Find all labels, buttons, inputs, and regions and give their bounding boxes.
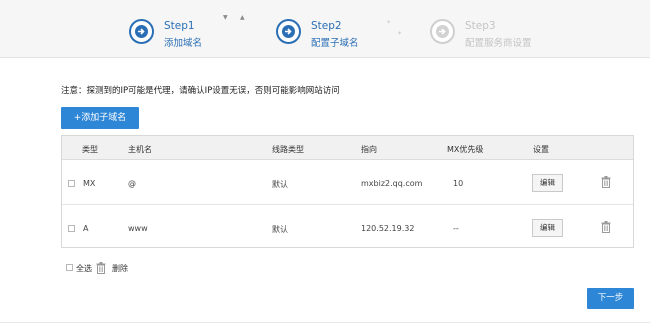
table-header: 类型 主机名 线路类型 指向 MX优先级 设置 [62,136,633,160]
table-row: A www 默认 120.52.19.32 -- 编辑 [62,206,633,250]
step-2-number: Step2 [311,20,342,32]
header-settings: 设置 [533,145,549,154]
cell-target: 120.52.19.32 [361,224,415,233]
cell-line: 默认 [272,225,288,234]
step-3-number: Step3 [465,20,496,32]
header-target: 指向 [361,145,377,154]
table-row: MX @ 默认 mxbiz2.qq.com 10 编辑 [62,161,633,205]
row-checkbox[interactable] [68,225,75,232]
caret-up-icon: ▲ [240,14,245,21]
edit-button[interactable]: 编辑 [532,174,563,192]
arrow-right-icon [430,19,455,44]
cell-host: www [128,224,148,233]
step-1-number: Step1 [164,20,195,32]
arrow-right-icon [276,19,301,44]
cell-target: mxbiz2.qq.com [361,179,423,188]
edit-button[interactable]: 编辑 [532,219,563,237]
header-mx: MX优先级 [447,145,484,154]
cell-mx: 10 [453,179,464,188]
trash-icon[interactable] [601,221,611,235]
cell-mx: -- [453,224,459,233]
step-1-label: 添加域名 [164,38,203,49]
divider [0,322,650,323]
add-subdomain-button[interactable]: +添加子域名 [61,107,139,129]
arrow-right-icon [129,19,154,44]
subdomain-table: 类型 主机名 线路类型 指向 MX优先级 设置 MX @ 默认 mxbiz2.q… [61,135,634,248]
step-2-label: 配置子域名 [311,38,359,49]
header-type: 类型 [82,145,98,154]
trash-icon[interactable] [96,262,106,276]
step-bar: Step1 添加域名 ▼ ▲ Step2 配置子域名 ✦ ✦ Step3 配置服… [0,0,650,58]
bulk-delete-label[interactable]: 删除 [112,263,128,274]
select-all-checkbox[interactable] [66,264,73,271]
header-host: 主机名 [128,145,152,154]
cell-type: MX [83,179,96,188]
cell-host: @ [128,179,136,188]
sparkle-icon: ✦ [386,19,392,26]
trash-icon[interactable] [601,176,611,190]
header-line: 线路类型 [272,145,304,154]
cell-type: A [83,224,89,233]
select-all-label[interactable]: 全选 [76,263,92,274]
next-step-button[interactable]: 下一步 [587,288,634,309]
cell-line: 默认 [272,180,288,189]
step-3-label: 配置服务商设置 [465,38,532,49]
row-checkbox[interactable] [68,180,75,187]
caret-down-icon: ▼ [223,14,228,21]
ip-notice: 注意：探测到的IP可能是代理，请确认IP设置无误，否则可能影响网站访问 [61,86,340,96]
sparkle-icon: ✦ [397,30,403,37]
